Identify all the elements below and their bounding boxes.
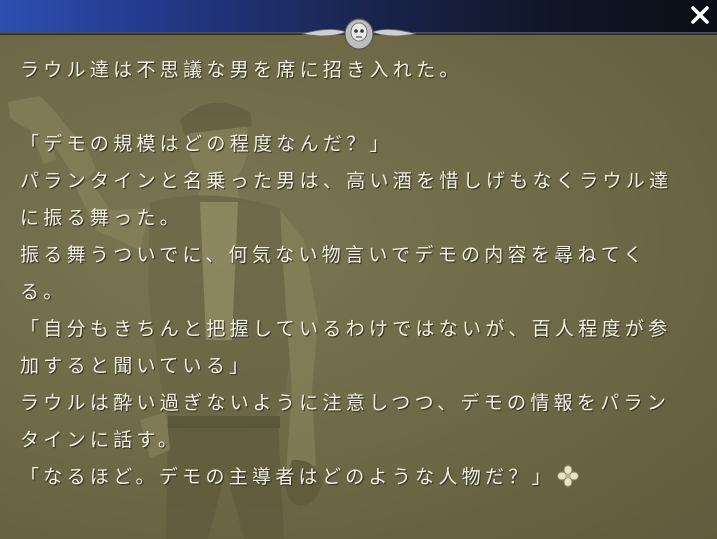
close-icon[interactable]: [689, 3, 711, 27]
message-line: 振る舞うついでに、何気ない物言いでデモの内容を尋ねてく: [20, 244, 647, 266]
message-line: ラウルは酔い過ぎないように注意しつつ、デモの情報をパラン: [20, 392, 671, 414]
message-text-box[interactable]: ラウル達は不思議な男を席に招き入れた。 「デモの規模はどの程度なんだ？」 パラン…: [20, 52, 710, 496]
flower-cursor-icon: [556, 465, 579, 487]
message-line: 「自分もきちんと把握しているわけではないが、百人程度が参: [20, 318, 672, 340]
game-screen[interactable]: ラウル達は不思議な男を席に招き入れた。 「デモの規模はどの程度なんだ？」 パラン…: [0, 0, 717, 539]
message-line: タインに話す。: [20, 429, 182, 451]
message-line: ラウル達は不思議な男を席に招き入れた。: [20, 59, 463, 81]
message-line: パランタインと名乗った男は、高い酒を惜しげもなくラウル達: [20, 170, 673, 192]
message-line: る。: [20, 281, 67, 303]
message-line: に振る舞った。: [20, 207, 184, 229]
message-line-text: 「なるほど。デモの主導者はどのような人物だ？」: [20, 466, 555, 488]
message-line: [20, 89, 710, 126]
message-line: 「デモの規模はどの程度なんだ？」: [20, 133, 393, 155]
message-line-last: 「なるほど。デモの主導者はどのような人物だ？」: [20, 459, 710, 496]
skull-ornament-icon: [301, 18, 417, 50]
message-line: 加すると聞いている」: [20, 355, 253, 377]
